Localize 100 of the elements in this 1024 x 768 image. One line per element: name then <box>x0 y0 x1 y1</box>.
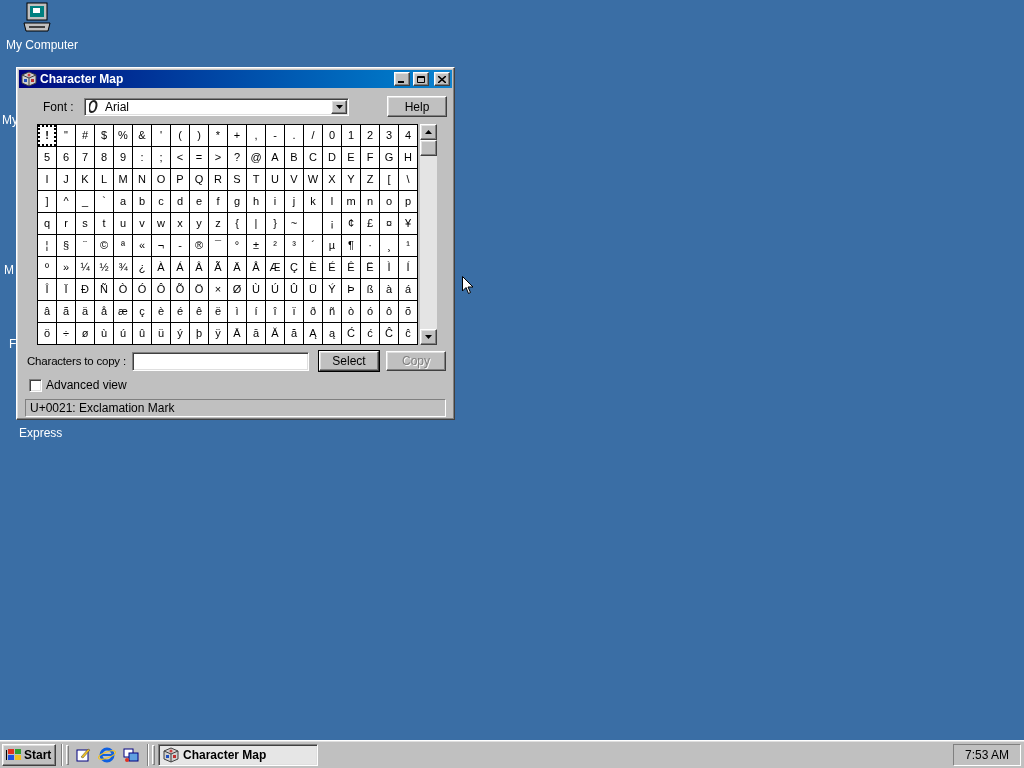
character-cell[interactable]: W <box>304 168 322 190</box>
character-cell[interactable]: F <box>361 146 379 168</box>
character-cell[interactable]: 4 <box>399 124 417 146</box>
character-cell[interactable]: e <box>190 190 208 212</box>
character-cell[interactable]: Þ <box>342 278 360 300</box>
character-cell[interactable]: ª <box>114 234 132 256</box>
character-cell[interactable]: y <box>190 212 208 234</box>
character-cell[interactable]: û <box>133 322 151 344</box>
character-cell[interactable]: ă <box>285 322 303 344</box>
character-cell[interactable]: / <box>304 124 322 146</box>
character-cell[interactable]: _ <box>76 190 94 212</box>
character-cell[interactable]: - <box>171 234 189 256</box>
character-cell[interactable]: è <box>152 300 170 322</box>
character-cell[interactable]: ï <box>285 300 303 322</box>
start-button[interactable]: Start <box>2 743 56 766</box>
character-cell[interactable]: Ö <box>190 278 208 300</box>
character-cell[interactable]: Â <box>190 256 208 278</box>
character-cell[interactable]: Ù <box>247 278 265 300</box>
character-cell[interactable]: ñ <box>323 300 341 322</box>
character-cell[interactable]: Y <box>342 168 360 190</box>
character-cell[interactable]: + <box>228 124 246 146</box>
character-cell[interactable]: ú <box>114 322 132 344</box>
character-cell[interactable]: ~ <box>285 212 303 234</box>
character-cell[interactable]: R <box>209 168 227 190</box>
character-cell[interactable]: ' <box>152 124 170 146</box>
character-cell[interactable]: \ <box>399 168 417 190</box>
character-cell[interactable]: à <box>380 278 398 300</box>
character-cell[interactable]: o <box>380 190 398 212</box>
character-cell[interactable]: Ï <box>57 278 75 300</box>
character-cell[interactable]: x <box>171 212 189 234</box>
character-cell[interactable]: « <box>133 234 151 256</box>
character-cell[interactable]: £ <box>361 212 379 234</box>
character-cell[interactable]: ¸ <box>380 234 398 256</box>
character-cell[interactable]: ç <box>133 300 151 322</box>
desktop-icon-label[interactable]: Express <box>19 426 63 440</box>
character-cell[interactable]: Ą <box>304 322 322 344</box>
character-cell[interactable]: · <box>361 234 379 256</box>
character-cell[interactable]: 0 <box>323 124 341 146</box>
character-cell[interactable]: Ì <box>380 256 398 278</box>
scroll-up-button[interactable] <box>420 123 437 140</box>
character-cell[interactable]: 6 <box>57 146 75 168</box>
character-cell[interactable]: > <box>209 146 227 168</box>
character-cell[interactable]: µ <box>323 234 341 256</box>
characters-to-copy-field[interactable] <box>132 351 309 371</box>
character-cell[interactable]: ĉ <box>399 322 417 344</box>
character-cell[interactable]: ( <box>171 124 189 146</box>
character-cell[interactable]: § <box>57 234 75 256</box>
character-cell[interactable]: : <box>133 146 151 168</box>
character-cell[interactable]: ° <box>228 234 246 256</box>
character-cell[interactable]: þ <box>190 322 208 344</box>
character-cell[interactable]: Ò <box>114 278 132 300</box>
character-cell[interactable]: [ <box>380 168 398 190</box>
character-cell[interactable]: U <box>266 168 284 190</box>
character-cell[interactable]: k <box>304 190 322 212</box>
character-cell[interactable]: z <box>209 212 227 234</box>
character-cell[interactable]: ö <box>38 322 56 344</box>
character-cell[interactable]: ć <box>361 322 379 344</box>
character-cell[interactable]: ? <box>228 146 246 168</box>
character-cell[interactable]: | <box>247 212 265 234</box>
character-cell[interactable]: E <box>342 146 360 168</box>
character-cell[interactable]: æ <box>114 300 132 322</box>
character-cell[interactable]: ð <box>304 300 322 322</box>
character-cell[interactable]: Å <box>247 256 265 278</box>
character-cell[interactable]: * <box>209 124 227 146</box>
character-cell[interactable]: ü <box>152 322 170 344</box>
character-cell[interactable]: O <box>152 168 170 190</box>
character-cell[interactable]: n <box>361 190 379 212</box>
character-cell[interactable]: Ë <box>361 256 379 278</box>
character-cell[interactable] <box>304 212 322 234</box>
character-cell[interactable]: » <box>57 256 75 278</box>
character-cell[interactable]: r <box>57 212 75 234</box>
scrollbar[interactable] <box>420 123 437 345</box>
character-cell[interactable]: T <box>247 168 265 190</box>
character-cell[interactable]: ß <box>361 278 379 300</box>
desktop-icon-label[interactable]: F <box>9 337 17 351</box>
character-cell[interactable]: f <box>209 190 227 212</box>
character-cell[interactable]: Õ <box>171 278 189 300</box>
character-cell[interactable]: " <box>57 124 75 146</box>
character-cell[interactable]: u <box>114 212 132 234</box>
notepad-icon[interactable] <box>75 746 91 763</box>
character-cell[interactable]: ¥ <box>399 212 417 234</box>
character-cell[interactable]: ¨ <box>76 234 94 256</box>
desktop-icon-label[interactable]: M <box>4 263 14 277</box>
computer-icon[interactable] <box>21 2 53 34</box>
character-cell[interactable]: 9 <box>114 146 132 168</box>
character-cell[interactable]: ² <box>266 234 284 256</box>
character-cell[interactable]: Ú <box>266 278 284 300</box>
character-cell[interactable]: ] <box>38 190 56 212</box>
character-cell[interactable]: ¬ <box>152 234 170 256</box>
character-cell[interactable]: , <box>247 124 265 146</box>
clock[interactable]: 7:53 AM <box>953 743 1021 766</box>
desktop-icon-label[interactable]: My Computer <box>6 38 79 52</box>
character-cell[interactable]: X <box>323 168 341 190</box>
character-cell[interactable]: ^ <box>57 190 75 212</box>
character-cell[interactable]: Á <box>171 256 189 278</box>
dropdown-button[interactable] <box>331 99 347 114</box>
character-cell[interactable]: × <box>209 278 227 300</box>
character-cell[interactable]: % <box>114 124 132 146</box>
font-dropdown[interactable]: Arial <box>84 97 349 116</box>
character-cell[interactable]: p <box>399 190 417 212</box>
